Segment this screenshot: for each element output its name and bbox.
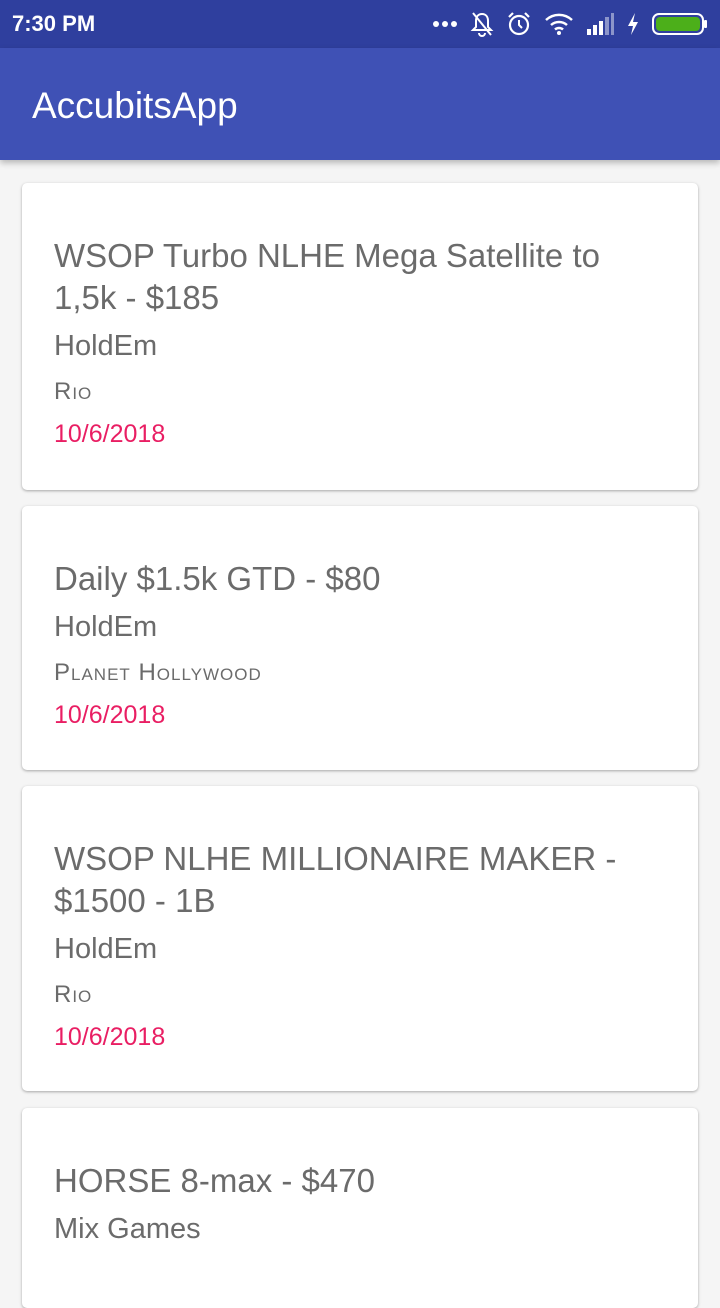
- event-venue: Rio: [54, 981, 93, 1008]
- status-icons: [432, 8, 708, 40]
- event-date: 10/6/2018: [54, 701, 166, 729]
- signal-icon: [586, 13, 614, 35]
- event-title: WSOP NLHE MILLIONAIRE MAKER - $1500 - 1B: [54, 840, 617, 919]
- event-game-type: HoldEm: [54, 933, 158, 965]
- wifi-icon: [544, 12, 574, 36]
- status-time: 7:30 PM: [12, 11, 96, 36]
- event-game-type: HoldEm: [54, 330, 158, 362]
- event-venue: Planet Hollywood: [54, 659, 262, 686]
- event-card[interactable]: WSOP Turbo NLHE Mega Satellite to 1,5k -…: [22, 183, 698, 490]
- app-title: AccubitsApp: [32, 85, 238, 126]
- event-game-type: Mix Games: [54, 1213, 201, 1245]
- event-title: WSOP Turbo NLHE Mega Satellite to 1,5k -…: [54, 237, 600, 316]
- charging-icon: [626, 12, 640, 36]
- event-venue: Rio: [54, 378, 93, 405]
- app-bar: AccubitsApp: [0, 48, 720, 160]
- battery-icon: [652, 12, 708, 36]
- event-date: 10/6/2018: [54, 1023, 166, 1051]
- notifications-off-icon: [470, 11, 494, 37]
- event-card[interactable]: Daily $1.5k GTD - $80 HoldEm Planet Holl…: [22, 506, 698, 770]
- more-dots-icon: [432, 20, 458, 28]
- event-card[interactable]: HORSE 8-max - $470 Mix Games: [22, 1108, 698, 1308]
- event-title: HORSE 8-max - $470: [54, 1162, 375, 1199]
- event-card[interactable]: WSOP NLHE MILLIONAIRE MAKER - $1500 - 1B…: [22, 786, 698, 1091]
- event-game-type: HoldEm: [54, 611, 158, 643]
- status-bar: 7:30 PM: [0, 0, 720, 48]
- alarm-icon: [506, 11, 532, 37]
- event-title: Daily $1.5k GTD - $80: [54, 560, 381, 597]
- event-date: 10/6/2018: [54, 420, 166, 448]
